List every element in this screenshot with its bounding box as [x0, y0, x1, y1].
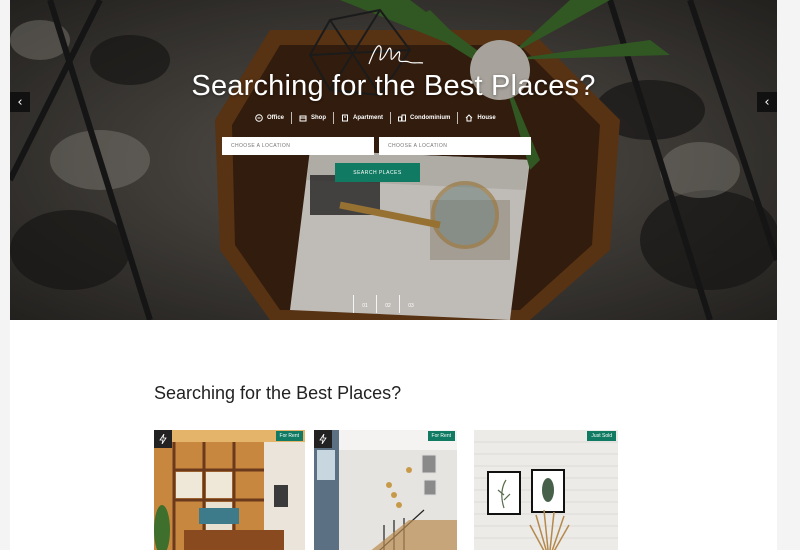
tab-shop[interactable]: Shop [291, 112, 333, 124]
location-input-2[interactable] [379, 137, 531, 155]
apartment-icon [342, 114, 349, 122]
house-icon [466, 114, 473, 122]
lightning-icon [314, 430, 332, 448]
tab-office[interactable]: Office [248, 112, 291, 124]
listing-card[interactable]: For Rent [314, 430, 457, 550]
listing-image [154, 430, 305, 550]
signature-logo [368, 45, 424, 65]
lightning-icon [154, 430, 172, 448]
status-badge: For Rent [275, 431, 303, 441]
listing-image [314, 430, 457, 550]
page: ‹ ‹ Searching for the Best Places? Offic… [0, 0, 800, 550]
listings-section: Searching for the Best Places? For Rent … [10, 320, 777, 550]
tab-label: Condominium [410, 115, 451, 121]
shop-icon [299, 115, 307, 122]
condominium-icon [398, 114, 407, 122]
listing-card[interactable]: For Rent [154, 430, 305, 550]
slide-dot[interactable]: 02 [376, 295, 399, 313]
slide-dot[interactable]: 01 [353, 295, 376, 313]
office-icon [255, 114, 263, 122]
tab-condominium[interactable]: Condominium [390, 112, 457, 124]
listing-image [474, 430, 618, 550]
slide-dot[interactable]: 03 [399, 295, 422, 313]
tab-label: Shop [311, 115, 327, 121]
status-badge: For Rent [427, 431, 455, 441]
tab-house[interactable]: House [457, 112, 502, 124]
location-input-1[interactable] [222, 137, 374, 155]
tab-label: Office [267, 115, 285, 121]
tab-label: House [477, 115, 496, 121]
slide-pagination: 01 02 03 [353, 295, 422, 313]
tab-label: Apartment [353, 115, 384, 121]
listing-card[interactable]: Just Sold [474, 430, 618, 550]
section-title: Searching for the Best Places? [154, 383, 402, 403]
property-type-tabs: Office Shop Apartment Condominium House [248, 112, 503, 124]
status-badge: Just Sold [587, 431, 616, 441]
hero-title: Searching for the Best Places? [191, 70, 596, 102]
hero-slider: ‹ ‹ Searching for the Best Places? Offic… [10, 0, 777, 320]
tab-apartment[interactable]: Apartment [333, 112, 390, 124]
search-places-button[interactable]: SEARCH PLACES [335, 163, 420, 182]
